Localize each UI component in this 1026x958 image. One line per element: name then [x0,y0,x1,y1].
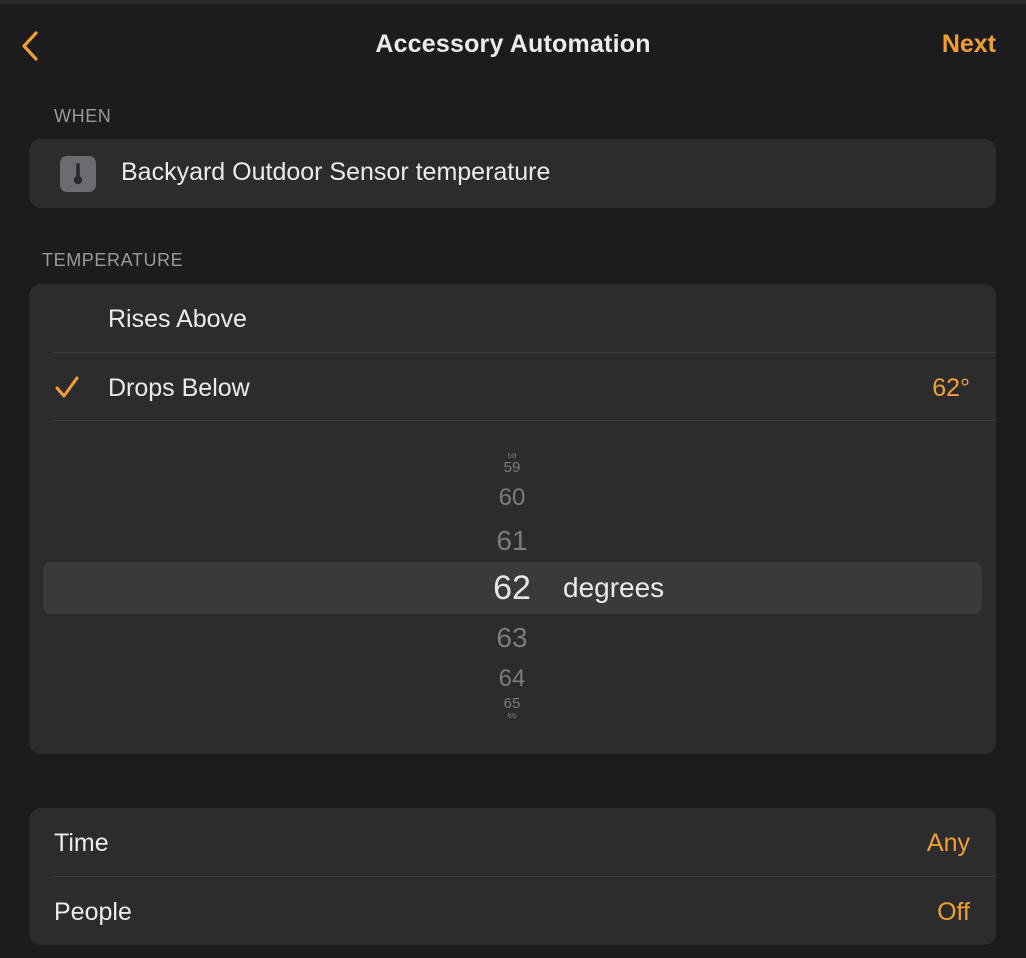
picker-value[interactable]: 63 [462,622,562,654]
drops-below-label: Drops Below [108,374,250,402]
temperature-section-label: TEMPERATURE [42,250,184,270]
people-label: People [54,898,132,926]
conditions-card: Time Any People Off [29,808,996,945]
temperature-card: Rises Above Drops Below 62° 58 59 60 61 … [29,284,996,754]
option-rises-above[interactable]: Rises Above [29,284,996,352]
when-section-label: WHEN [54,106,112,126]
picker-value[interactable]: 66 [462,713,562,718]
people-row[interactable]: People Off [29,877,996,945]
next-button[interactable]: Next [942,30,996,59]
time-value: Any [926,829,970,857]
checkmark-icon [55,376,79,398]
picker-value[interactable]: 59 [462,461,562,474]
picker-value[interactable]: 60 [462,484,562,512]
when-trigger-card[interactable]: Backyard Outdoor Sensor temperature [29,139,996,208]
people-value: Off [937,898,970,926]
option-drops-below[interactable]: Drops Below 62° [29,353,996,421]
picker-selected-value[interactable]: 62 [462,569,562,608]
picker-unit: degrees [563,572,665,603]
time-row[interactable]: Time Any [29,808,996,876]
rises-above-label: Rises Above [108,305,247,333]
drops-below-value: 62° [932,374,970,402]
trigger-description: Backyard Outdoor Sensor temperature [121,158,551,186]
picker-value[interactable]: 61 [462,525,562,557]
picker-value[interactable]: 65 [462,697,562,710]
page-title: Accessory Automation [375,30,651,58]
nav-header: Accessory Automation Next [0,0,1026,92]
picker-value[interactable]: 64 [462,665,562,693]
picker-value[interactable]: 58 [462,453,562,458]
thermometer-icon [60,156,96,192]
time-label: Time [54,829,109,857]
temperature-picker[interactable]: 58 59 60 61 62 degrees 63 64 65 66 [29,421,996,754]
